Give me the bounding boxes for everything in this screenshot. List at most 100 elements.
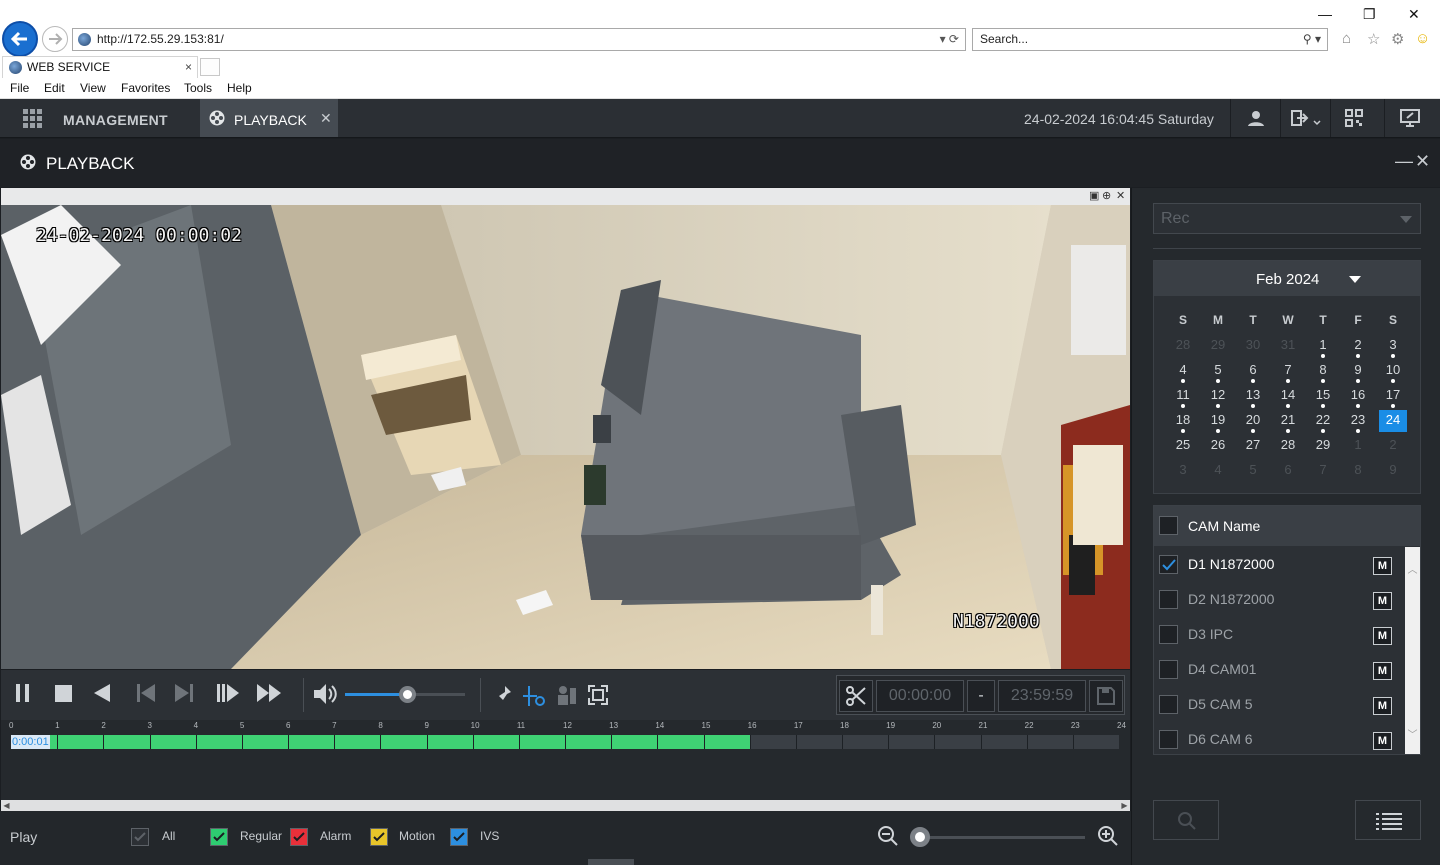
qr-code-icon[interactable] — [1345, 109, 1363, 127]
slow-play-icon[interactable] — [215, 682, 241, 704]
logout-icon[interactable] — [1290, 109, 1324, 127]
calendar-day[interactable]: 7 — [1309, 460, 1337, 482]
calendar-day[interactable]: 5 — [1204, 360, 1232, 383]
favorites-star-icon[interactable]: ☆ — [1367, 30, 1380, 48]
calendar-day[interactable]: 8 — [1309, 360, 1337, 383]
camera-checkbox[interactable] — [1159, 730, 1178, 749]
playback-tab-close-icon[interactable]: ✕ — [320, 110, 332, 127]
zoom-in-icon[interactable] — [1097, 825, 1119, 847]
calendar-day-selected[interactable]: 24 — [1379, 410, 1407, 432]
grid-menu-icon[interactable] — [23, 109, 43, 129]
file-list-button[interactable] — [1355, 800, 1421, 840]
monitor-icon[interactable] — [1400, 109, 1420, 127]
management-nav[interactable]: MANAGEMENT — [63, 112, 168, 128]
camera-checkbox[interactable] — [1159, 590, 1178, 609]
calendar-day[interactable]: 5 — [1239, 460, 1267, 482]
filter-checkbox-all[interactable] — [131, 828, 149, 846]
calendar-day[interactable]: 10 — [1379, 360, 1407, 383]
camera-row[interactable]: D4 CAM01 M — [1154, 652, 1406, 687]
smart-search-button[interactable] — [1153, 800, 1219, 840]
video-viewport[interactable]: ▣ ⊕ ✕ 24-02-2024 00:00:02 N1872000 — [1, 188, 1130, 669]
menu-edit[interactable]: Edit — [44, 81, 65, 95]
calendar-day[interactable]: 20 — [1239, 410, 1267, 433]
calendar-day[interactable]: 1 — [1344, 435, 1372, 457]
menu-help[interactable]: Help — [227, 81, 252, 95]
zoom-out-icon[interactable] — [877, 825, 899, 847]
calendar-day[interactable]: 1 — [1309, 335, 1337, 358]
volume-slider[interactable] — [345, 686, 465, 703]
calendar-day[interactable]: 26 — [1204, 435, 1232, 457]
fullscreen-icon[interactable] — [587, 684, 609, 706]
browser-tab[interactable]: WEB SERVICE × — [2, 56, 198, 78]
calendar-day[interactable]: 27 — [1239, 435, 1267, 457]
main-stream-button[interactable]: M — [1373, 697, 1392, 715]
clip-button[interactable] — [839, 680, 873, 712]
filter-checkbox-motion[interactable] — [370, 828, 388, 846]
main-stream-button[interactable]: M — [1373, 732, 1392, 750]
reverse-play-icon[interactable] — [92, 682, 112, 704]
timeline-scrollbar[interactable]: ◀ ▶ — [1, 800, 1130, 811]
calendar-day[interactable]: 4 — [1204, 460, 1232, 482]
filter-checkbox-ivs[interactable] — [450, 828, 468, 846]
panel-minimize-icon[interactable]: — — [1395, 151, 1413, 172]
scroll-right-icon[interactable]: ▶ — [1119, 800, 1130, 811]
calendar-header[interactable]: Feb 2024 — [1154, 261, 1420, 296]
camera-row[interactable]: D5 CAM 5 M — [1154, 687, 1406, 722]
calendar-day[interactable]: 11 — [1169, 385, 1197, 408]
timeline-zoom-knob[interactable] — [910, 827, 930, 847]
home-icon[interactable]: ⌂ — [1342, 30, 1351, 47]
calendar-day[interactable]: 28 — [1274, 435, 1302, 457]
calendar-day[interactable]: 7 — [1274, 360, 1302, 383]
clip-start-time[interactable]: 00:00:00 — [876, 680, 964, 712]
minimize-icon[interactable]: — — [1318, 6, 1332, 22]
close-window-icon[interactable]: ✕ — [1116, 189, 1125, 202]
calendar-day[interactable]: 4 — [1169, 360, 1197, 383]
camera-checkbox[interactable] — [1159, 660, 1178, 679]
camera-checkbox[interactable] — [1159, 695, 1178, 714]
new-tab-button[interactable] — [200, 58, 220, 76]
calendar-day[interactable]: 15 — [1309, 385, 1337, 408]
calendar-day[interactable]: 22 — [1309, 410, 1337, 433]
calendar-day[interactable]: 9 — [1344, 360, 1372, 383]
select-all-checkbox[interactable] — [1159, 516, 1178, 535]
calendar-day[interactable]: 2 — [1379, 435, 1407, 457]
settings-gear-icon[interactable]: ⚙ — [1391, 30, 1404, 48]
calendar-day[interactable]: 18 — [1169, 410, 1197, 433]
calendar-day[interactable]: 28 — [1169, 335, 1197, 357]
menu-file[interactable]: File — [10, 81, 29, 95]
save-clip-button[interactable] — [1089, 680, 1123, 712]
filter-checkbox-alarm[interactable] — [290, 828, 308, 846]
back-button[interactable] — [2, 21, 38, 57]
calendar-day[interactable]: 19 — [1204, 410, 1232, 433]
refresh-icon[interactable]: ▾ ⟳ — [940, 29, 959, 50]
calendar-day[interactable]: 31 — [1274, 335, 1302, 357]
calendar-day[interactable]: 6 — [1274, 460, 1302, 482]
stop-icon[interactable] — [54, 684, 74, 704]
camera-row[interactable]: D1 N1872000 M — [1154, 547, 1406, 582]
camera-checkbox[interactable] — [1159, 625, 1178, 644]
clip-end-time[interactable]: 23:59:59 — [998, 680, 1086, 712]
forward-button[interactable] — [42, 26, 68, 52]
calendar-day[interactable]: 14 — [1274, 385, 1302, 408]
scroll-up-icon[interactable]: ︿ — [1405, 561, 1420, 576]
next-frame-icon[interactable] — [173, 682, 195, 704]
calendar-day[interactable]: 30 — [1239, 335, 1267, 357]
filter-checkbox-regular[interactable] — [210, 828, 228, 846]
calendar-day[interactable]: 6 — [1239, 360, 1267, 383]
camera-list-scrollbar[interactable]: ︿ ﹀ — [1405, 547, 1420, 754]
panel-close-icon[interactable]: ✕ — [1415, 151, 1430, 172]
pin-icon[interactable] — [493, 684, 513, 706]
address-bar[interactable]: http://172.55.29.153:81/ ▾ ⟳ — [72, 28, 966, 51]
camera-row[interactable]: D6 CAM 6 M — [1154, 722, 1406, 757]
month-dropdown-icon[interactable] — [1349, 276, 1361, 283]
pause-icon[interactable] — [14, 682, 32, 704]
search-icon[interactable]: ⚲ ▾ — [1303, 29, 1321, 50]
tab-close-icon[interactable]: × — [185, 57, 192, 77]
calendar-day[interactable]: 23 — [1344, 410, 1372, 433]
volume-icon[interactable] — [312, 682, 338, 706]
fast-forward-icon[interactable] — [255, 682, 283, 704]
scroll-left-icon[interactable]: ◀ — [1, 800, 12, 811]
camera-row[interactable]: D3 IPC M — [1154, 617, 1406, 652]
digital-zoom-icon[interactable]: ⊕ — [1102, 189, 1111, 202]
calendar-day[interactable]: 29 — [1204, 335, 1232, 357]
